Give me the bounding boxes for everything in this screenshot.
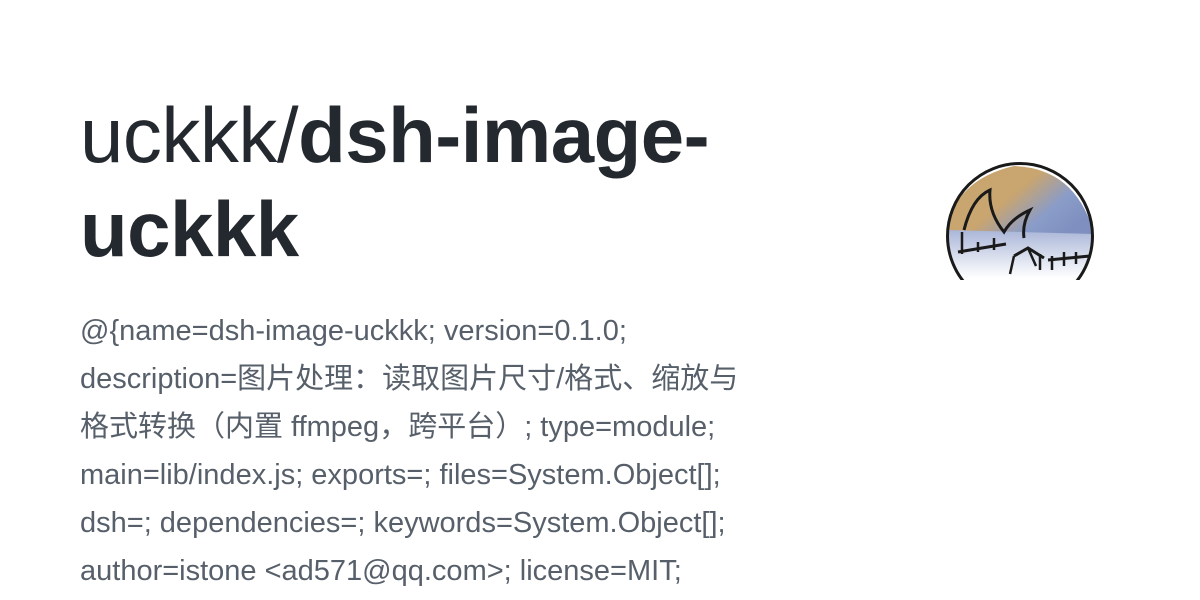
repo-title: uckkk/dsh-image-uckkk [80,88,840,276]
owner-avatar-icon [946,162,1094,280]
owner-avatar[interactable] [944,160,1096,280]
repo-description: @{name=dsh-image-uckkk; version=0.1.0; d… [80,315,739,587]
repo-owner[interactable]: uckkk/ [80,91,299,179]
repo-social-card: uckkk/dsh-image-uckkk @{name=dsh-image-u… [0,0,1200,600]
